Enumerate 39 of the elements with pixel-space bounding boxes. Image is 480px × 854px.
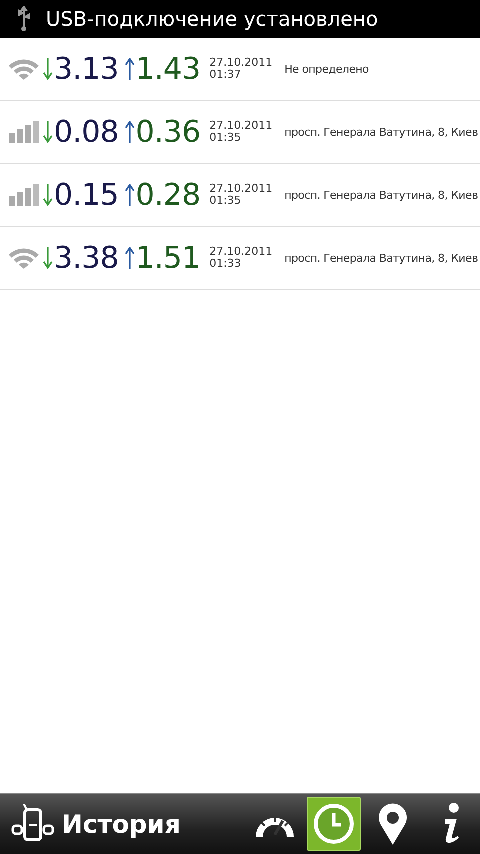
download-value: 3.38	[54, 240, 119, 276]
location-text: просп. Генерала Ватутина, 8, Киев	[284, 252, 478, 264]
down-arrow-icon	[43, 121, 53, 143]
up-arrow-icon	[124, 58, 135, 80]
date-text: 27.10.2011	[210, 183, 273, 195]
clock-icon	[312, 802, 356, 846]
up-arrow-icon	[124, 121, 135, 143]
wifi-icon	[8, 247, 40, 269]
map-pin-icon	[378, 803, 408, 845]
upload-value: 1.43	[136, 52, 201, 86]
download-value: 0.08	[54, 114, 119, 150]
location-text: просп. Генерала Ватутина, 8, Киев	[284, 126, 478, 138]
signal-icon	[8, 121, 40, 143]
date-text: 27.10.2011	[210, 57, 273, 69]
up-arrow-icon	[124, 247, 135, 269]
date-text: 27.10.2011	[210, 246, 273, 258]
screen-title: История	[62, 810, 182, 838]
time-text: 01:35	[210, 132, 242, 144]
upload-value: 1.51	[136, 240, 201, 276]
upload-value: 0.28	[136, 178, 201, 212]
time-text: 01:33	[210, 258, 242, 270]
download-value: 3.13	[54, 52, 119, 86]
location-text: Не определено	[284, 62, 369, 76]
down-arrow-icon	[43, 58, 53, 80]
time-text: 01:35	[210, 195, 242, 207]
download-value: 0.15	[54, 178, 119, 212]
wifi-icon	[8, 58, 40, 80]
history-tab[interactable]	[307, 797, 361, 851]
down-arrow-icon	[43, 184, 53, 206]
signal-icon	[8, 184, 40, 206]
up-arrow-icon	[124, 184, 135, 206]
notification-text: USB-подключение установлено	[46, 7, 378, 31]
upload-value: 0.36	[136, 114, 201, 150]
time-text: 01:37	[210, 69, 242, 81]
usb-icon	[16, 6, 32, 32]
date-text: 27.10.2011	[210, 120, 273, 132]
phone-logo-icon	[10, 804, 56, 844]
location-text: просп. Генерала Ватутина, 8, Киев	[284, 188, 478, 202]
down-arrow-icon	[43, 247, 53, 269]
